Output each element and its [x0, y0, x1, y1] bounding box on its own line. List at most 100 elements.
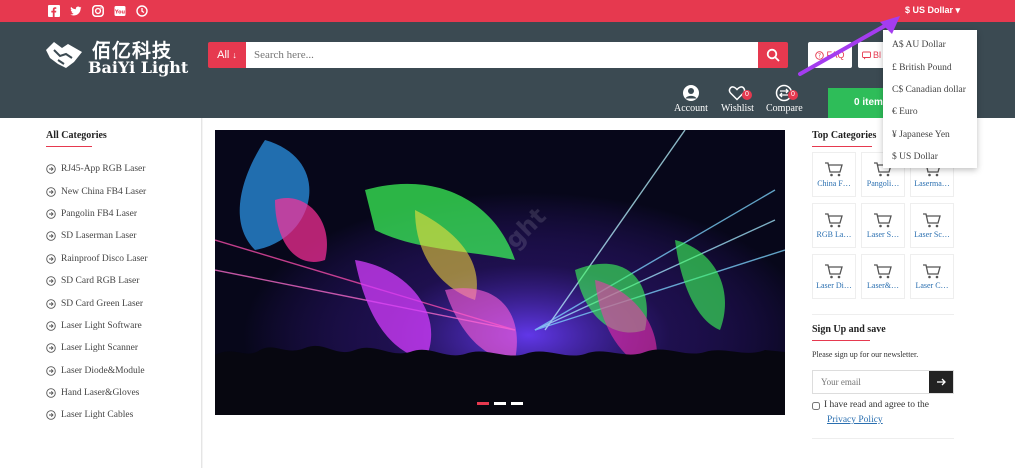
category-item-label: SD Card RGB Laser — [61, 276, 140, 287]
chat-icon — [862, 51, 871, 59]
main-content: ght — [203, 118, 800, 468]
clock-icon[interactable] — [136, 5, 148, 17]
category-tile-label: Laser&… — [867, 281, 899, 290]
search-button[interactable] — [758, 42, 788, 68]
newsletter-form — [812, 370, 954, 394]
agree-row: I have read and agree to the — [812, 400, 929, 410]
logo-text-en: BaiYi Light — [88, 58, 189, 77]
currency-selector[interactable]: $ US Dollar ▾ — [905, 5, 960, 16]
slider-dot[interactable] — [477, 402, 489, 405]
arrow-circle-right-icon — [46, 253, 56, 264]
currency-option[interactable]: ¥ Japanese Yen — [883, 124, 977, 146]
currency-option[interactable]: A$ AU Dollar — [883, 34, 977, 56]
cart-icon — [874, 213, 892, 228]
arrow-circle-right-icon — [46, 164, 56, 174]
faq-button[interactable]: ? FAQ — [808, 42, 852, 68]
subscribe-button[interactable] — [929, 371, 953, 393]
category-tile[interactable]: Laser Di… — [812, 254, 856, 299]
search-icon — [766, 48, 780, 62]
facebook-icon[interactable] — [48, 5, 60, 17]
category-item[interactable]: RJ45-App RGB Laser — [46, 158, 148, 180]
cart-icon — [874, 264, 892, 279]
privacy-policy-link[interactable]: Privacy Policy — [827, 415, 883, 425]
title-underline — [812, 340, 870, 341]
cart-label: 0 item( — [854, 97, 887, 108]
top-categories-title: Top Categories — [812, 130, 877, 141]
arrow-circle-right-icon — [46, 298, 56, 309]
compare-count-badge: 0 — [788, 90, 798, 100]
currency-option[interactable]: € Euro — [883, 101, 977, 123]
agree-checkbox[interactable] — [812, 402, 820, 410]
arrow-circle-right-icon — [46, 410, 56, 421]
arrow-circle-right-icon — [46, 365, 56, 376]
currency-dropdown: A$ AU Dollar £ British Pound C$ Canadian… — [883, 30, 977, 168]
logo[interactable]: 佰亿科技 BaiYi Light — [44, 34, 194, 78]
category-item[interactable]: Pangolin FB4 Laser — [46, 203, 148, 225]
category-item[interactable]: Hand Laser&Gloves — [46, 382, 148, 404]
category-item-label: Hand Laser&Gloves — [61, 388, 140, 399]
category-item[interactable]: Rainproof Disco Laser — [46, 248, 148, 270]
arrow-circle-right-icon — [46, 231, 56, 242]
slider-dot[interactable] — [494, 402, 506, 405]
right-sidebar: Top Categories China F… Pangoli… Laserma… R… — [800, 118, 1015, 468]
category-item[interactable]: SD Card RGB Laser — [46, 270, 148, 292]
search-category-select[interactable]: All ↓ — [208, 42, 246, 68]
category-item[interactable]: New China FB4 Laser — [46, 180, 148, 202]
category-item-label: Laser Light Cables — [61, 410, 134, 421]
currency-option[interactable]: £ British Pound — [883, 56, 977, 78]
category-tile[interactable]: Laser C… — [910, 254, 954, 299]
svg-text:You: You — [114, 10, 126, 16]
category-item-label: SD Laserman Laser — [61, 231, 137, 242]
hero-slider[interactable]: ght — [215, 130, 785, 415]
category-tile-label: Laser Sc… — [914, 230, 950, 239]
twitter-icon[interactable] — [70, 5, 82, 17]
arrow-circle-right-icon — [46, 343, 56, 354]
category-item-label: Laser Light Scanner — [61, 343, 139, 354]
search-category-label: All — [217, 49, 230, 61]
category-item[interactable]: Laser Light Software — [46, 315, 148, 337]
category-item-label: SD Card Green Laser — [61, 298, 144, 309]
category-item[interactable]: Laser Light Scanner — [46, 337, 148, 359]
search-bar: All ↓ — [208, 42, 788, 68]
arrow-circle-right-icon — [46, 276, 56, 286]
search-input[interactable] — [246, 42, 758, 68]
category-item[interactable]: SD Laserman Laser — [46, 225, 148, 247]
compare-link[interactable]: Compare 0 — [766, 84, 803, 114]
divider — [812, 438, 954, 439]
category-tile[interactable]: China F… — [812, 152, 856, 197]
question-circle-icon: ? — [815, 50, 825, 60]
wishlist-link[interactable]: Wishlist 0 — [721, 84, 754, 114]
title-underline — [812, 146, 872, 147]
category-item-label: Laser Diode&Module — [61, 365, 145, 376]
email-field[interactable] — [813, 371, 929, 393]
currency-selector-label: $ US Dollar — [905, 5, 954, 15]
currency-option[interactable]: $ US Dollar — [883, 146, 977, 168]
cart-icon — [825, 162, 843, 177]
arrow-circle-right-icon — [46, 186, 56, 197]
blog-label: Bl — [873, 50, 882, 60]
category-tile[interactable]: Laser Sc… — [910, 203, 954, 248]
youtube-icon[interactable]: You — [114, 5, 126, 17]
category-item-label: RJ45-App RGB Laser — [61, 164, 146, 175]
category-item[interactable]: SD Card Green Laser — [46, 292, 148, 314]
category-tile[interactable]: Laser S… — [861, 203, 905, 248]
instagram-icon[interactable] — [92, 5, 104, 17]
currency-option[interactable]: C$ Canadian dollar — [883, 79, 977, 101]
category-item-label: Rainproof Disco Laser — [61, 253, 148, 264]
arrow-circle-right-icon — [46, 388, 56, 398]
slider-dot[interactable] — [511, 402, 523, 405]
account-link[interactable]: Account — [674, 84, 708, 114]
category-item-label: Pangolin FB4 Laser — [61, 208, 137, 219]
category-tile[interactable]: Laser&… — [861, 254, 905, 299]
category-tile[interactable]: RGB La… — [812, 203, 856, 248]
category-tile-label: China F… — [817, 179, 851, 188]
header: 佰亿科技 BaiYi Light All ↓ ? FAQ Bl Account … — [0, 22, 1015, 118]
wishlist-label: Wishlist — [721, 103, 754, 114]
category-item[interactable]: Laser Diode&Module — [46, 360, 148, 382]
slider-dots — [477, 402, 523, 405]
arrow-down-icon: ↓ — [232, 50, 237, 60]
agree-text: I have read and agree to the — [824, 400, 929, 410]
category-item[interactable]: Laser Light Cables — [46, 404, 148, 426]
account-label: Account — [674, 103, 708, 114]
category-sidebar-title: All Categories — [46, 130, 107, 141]
